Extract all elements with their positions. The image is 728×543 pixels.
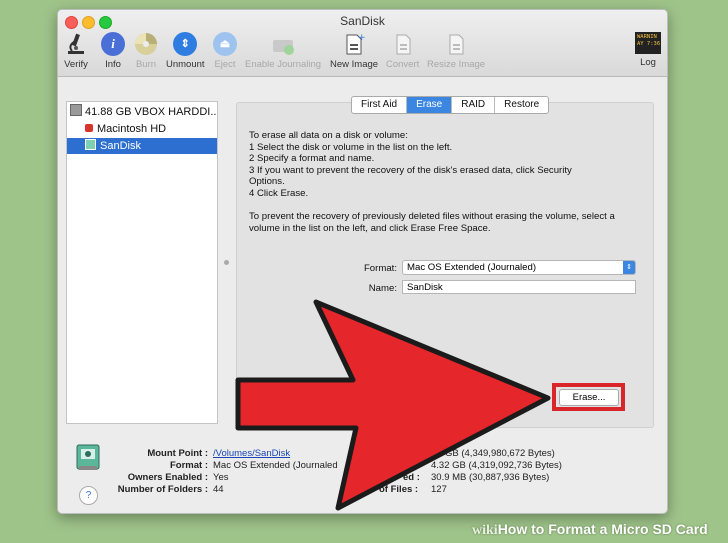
sidebar-item-sandisk[interactable]: SanDisk xyxy=(67,138,217,154)
new-image-button[interactable]: + New Image xyxy=(330,32,378,70)
toolbar: SanDisk Verify i Info Burn ⇕ Unmount ⏏ E… xyxy=(58,10,667,77)
info-button[interactable]: i Info xyxy=(101,32,125,70)
convert-icon xyxy=(396,34,411,55)
disk-list: 41.88 GB VBOX HARDDI... Macintosh HD San… xyxy=(66,101,218,424)
owners-enabled-value: Yes xyxy=(213,472,229,483)
format-label: Format: xyxy=(363,263,397,274)
unmount-button[interactable]: ⇕ Unmount xyxy=(166,32,205,70)
sidebar-item-macintosh-hd[interactable]: Macintosh HD xyxy=(67,121,217,137)
enable-journaling-button[interactable]: Enable Journaling xyxy=(245,32,321,70)
mount-point-label: Mount Point : xyxy=(147,448,208,459)
owners-enabled-label: Owners Enabled : xyxy=(127,472,208,483)
sidebar-item-vbox-disk[interactable]: 41.88 GB VBOX HARDDI... xyxy=(67,104,217,120)
chevron-updown-icon: ⇕ xyxy=(623,261,635,274)
microscope-icon xyxy=(68,33,84,54)
erase-instructions: To erase all data on a disk or volume: 1… xyxy=(249,130,572,199)
splitter-handle[interactable] xyxy=(224,260,229,265)
number-of-folders-label: Number of Folders : xyxy=(117,484,208,495)
burn-button[interactable]: Burn xyxy=(134,32,158,70)
hard-disk-icon xyxy=(70,104,82,116)
new-image-icon: + xyxy=(346,33,366,55)
window-title: SanDisk xyxy=(340,14,385,28)
format-info-label: Format : xyxy=(170,460,208,471)
wikihow-watermark: wikiHow to Format a Micro SD Card xyxy=(472,521,708,538)
eject-button[interactable]: ⏏ Eject xyxy=(213,32,237,70)
resize-image-icon xyxy=(449,34,464,55)
journaling-icon xyxy=(273,40,295,55)
svg-text:+: + xyxy=(358,33,366,43)
burn-disc-icon xyxy=(135,33,157,55)
red-pointer-arrow xyxy=(235,299,551,511)
free-space-note: To prevent the recovery of previously de… xyxy=(249,211,615,234)
format-select[interactable]: Mac OS Extended (Journaled) ⇕ xyxy=(402,260,636,275)
info-icon: i xyxy=(101,32,125,56)
eject-icon: ⏏ xyxy=(213,32,237,56)
volume-icon xyxy=(85,124,93,132)
number-of-folders-value: 44 xyxy=(213,484,224,495)
tab-bar: First Aid Erase RAID Restore xyxy=(351,96,550,114)
log-button[interactable]: WARNIN AY 7:36 Log xyxy=(635,32,661,68)
tab-restore[interactable]: Restore xyxy=(495,97,548,113)
log-console-icon: WARNIN AY 7:36 xyxy=(635,32,661,54)
convert-button[interactable]: Convert xyxy=(386,32,419,70)
tab-first-aid[interactable]: First Aid xyxy=(352,97,408,113)
tab-erase[interactable]: Erase xyxy=(407,97,453,113)
unmount-icon: ⇕ xyxy=(173,32,198,56)
tab-raid[interactable]: RAID xyxy=(452,97,496,113)
verify-button[interactable]: Verify xyxy=(64,32,88,70)
sd-card-icon xyxy=(85,139,96,150)
resize-image-button[interactable]: Resize Image xyxy=(427,32,485,70)
